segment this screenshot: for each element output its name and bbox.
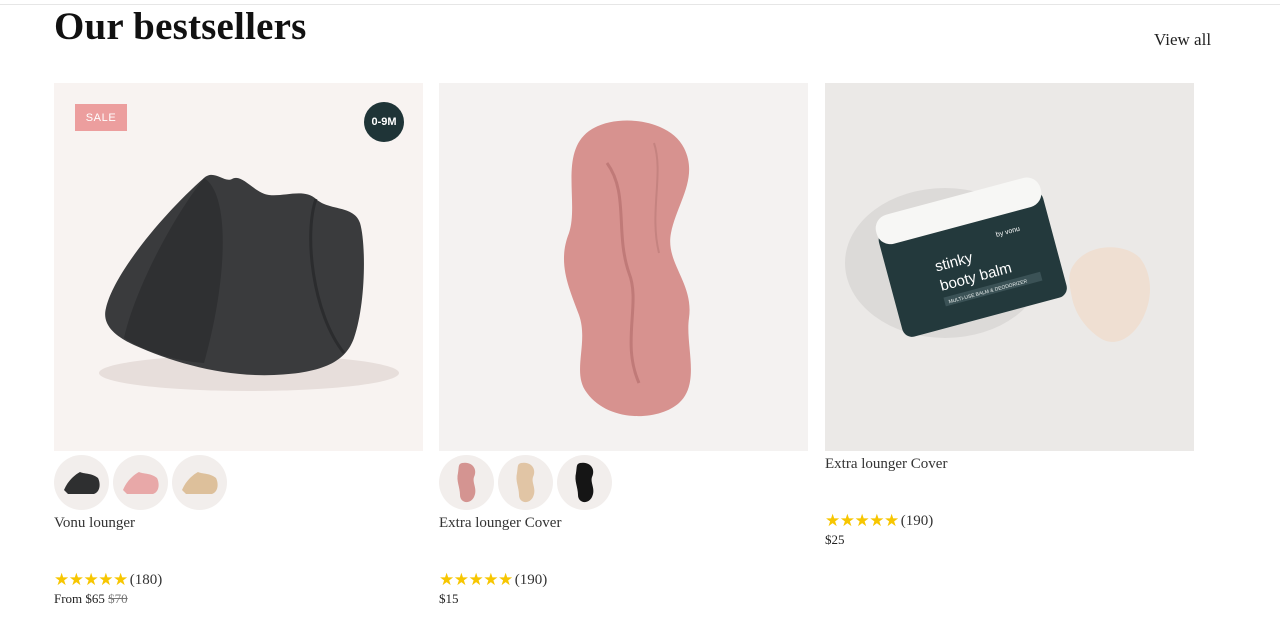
beige-cover-swatch[interactable] <box>498 455 553 510</box>
charcoal-lounger-swatch[interactable] <box>54 455 109 510</box>
price-compare: $70 <box>108 591 128 606</box>
section-title: Our bestsellers <box>54 5 307 48</box>
age-badge: 0-9M <box>364 102 404 142</box>
tan-lounger-swatch[interactable] <box>172 455 227 510</box>
rating-count: (190) <box>900 512 934 529</box>
product-price: $25 <box>825 532 845 547</box>
product-price: From $65 $70 <box>54 591 423 607</box>
product-rating: ★★★★★ (190) <box>439 570 808 590</box>
cover-fabric-image <box>439 83 808 451</box>
product-name[interactable]: Extra lounger Cover <box>439 515 808 563</box>
product-image[interactable]: stinky booty balm by vonu MULTI-USE BALM… <box>825 83 1194 451</box>
price-from: From $65 <box>54 591 105 606</box>
rating-count: (180) <box>129 571 163 588</box>
sale-badge: SALE <box>75 104 127 131</box>
rating-stars: ★★★★★ <box>825 511 899 530</box>
balm-jar-image: stinky booty balm by vonu MULTI-USE BALM… <box>825 83 1194 451</box>
black-cover-swatch[interactable] <box>557 455 612 510</box>
view-all-link[interactable]: View all <box>1154 30 1211 50</box>
color-swatches <box>54 455 423 510</box>
product-rating: ★★★★★ (190) <box>825 511 1194 531</box>
rating-stars: ★★★★★ <box>54 570 128 589</box>
lounger-pillow-image <box>54 83 423 451</box>
pink-cover-swatch[interactable] <box>439 455 494 510</box>
pink-lounger-swatch[interactable] <box>113 455 168 510</box>
product-name[interactable]: Extra lounger Cover <box>825 456 1194 504</box>
product-card[interactable]: stinky booty balm by vonu MULTI-USE BALM… <box>825 83 1194 548</box>
product-name[interactable]: Vonu lounger <box>54 515 423 563</box>
rating-stars: ★★★★★ <box>439 570 513 589</box>
rating-count: (190) <box>514 571 548 588</box>
product-image[interactable]: SALE 0-9M <box>54 83 423 451</box>
product-price: $15 <box>439 591 459 606</box>
product-image[interactable] <box>439 83 808 451</box>
product-rating: ★★★★★ (180) <box>54 570 423 590</box>
product-card[interactable]: SALE 0-9M Vonu lounger ★★★★★ (180) From … <box>54 83 423 607</box>
color-swatches <box>439 455 808 510</box>
product-card[interactable]: Extra lounger Cover ★★★★★ (190) $15 <box>439 83 808 607</box>
